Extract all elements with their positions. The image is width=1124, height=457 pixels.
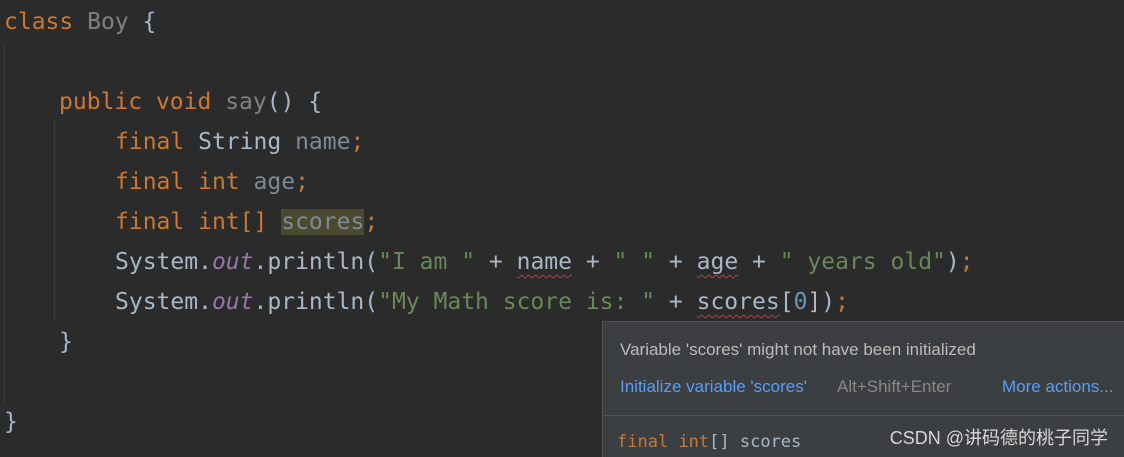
declaration-signature: final int[] scores	[617, 432, 801, 452]
type: int	[198, 169, 240, 195]
semicolon: ;	[835, 289, 849, 315]
string-literal: "My Math score is: "	[378, 289, 656, 315]
string-literal: " "	[613, 249, 656, 275]
popup-divider	[603, 415, 1124, 416]
punctuation: () {	[266, 89, 323, 115]
keyword: final	[115, 169, 185, 195]
shortcut-hint: Alt+Shift+Enter	[837, 377, 952, 396]
operator: +	[475, 249, 517, 275]
static-field: out	[211, 289, 254, 315]
type: int[]	[198, 209, 268, 235]
code-line-7[interactable]: System.out.println("I am " + name + " " …	[115, 242, 974, 282]
variable: age	[253, 169, 296, 195]
keyword: final	[115, 209, 185, 235]
keyword: final	[115, 129, 185, 155]
initialize-variable-action[interactable]: Initialize variable 'scores'	[620, 377, 807, 397]
indent-guide	[4, 45, 5, 405]
semicolon: ;	[295, 169, 309, 195]
method-call: .println(	[253, 249, 379, 275]
code-line-9[interactable]: }	[59, 322, 73, 362]
number-literal: 0	[793, 289, 808, 315]
brace: {	[128, 9, 157, 35]
paren: )	[945, 249, 960, 275]
string-literal: " years old"	[779, 249, 946, 275]
code-line-3[interactable]: public void say() {	[59, 82, 322, 122]
bracket: [	[779, 289, 794, 315]
error-variable[interactable]: age	[697, 249, 739, 275]
signature-rest: [] scores	[709, 432, 802, 452]
static-field: out	[211, 249, 254, 275]
error-variable[interactable]: scores	[697, 289, 780, 315]
watermark: CSDN @讲码德的桃子同学	[889, 428, 1108, 448]
type: int	[678, 432, 710, 452]
highlighted-variable[interactable]: scores	[281, 209, 365, 235]
code-line-5[interactable]: final int age;	[115, 162, 309, 202]
code-line-4[interactable]: final String name;	[115, 122, 364, 162]
code-line-11[interactable]: }	[4, 402, 18, 442]
bracket: ])	[807, 289, 836, 315]
keyword: class	[4, 9, 74, 35]
keyword: public	[59, 89, 143, 115]
brace: }	[59, 329, 73, 355]
operator: +	[738, 249, 780, 275]
more-actions-link[interactable]: More actions...	[1002, 377, 1114, 397]
operator: +	[655, 289, 697, 315]
class-name: Boy	[87, 9, 129, 35]
system-class: System.	[115, 249, 212, 275]
operator: +	[571, 249, 614, 275]
type: String	[198, 129, 282, 155]
inspection-message: Variable 'scores' might not have been in…	[620, 340, 976, 359]
code-line-8[interactable]: System.out.println("My Math score is: " …	[115, 282, 849, 322]
system-class: System.	[115, 289, 212, 315]
code-line-6[interactable]: final int[] scores;	[115, 202, 378, 242]
code-line-1[interactable]: class Boy {	[4, 2, 156, 42]
operator: +	[655, 249, 697, 275]
brace: }	[4, 409, 18, 435]
variable: name	[295, 129, 351, 155]
semicolon: ;	[959, 249, 974, 275]
method-call: .println(	[253, 289, 379, 315]
semicolon: ;	[364, 209, 379, 235]
indent-guide	[54, 120, 55, 320]
keyword: final	[617, 432, 669, 452]
semicolon: ;	[350, 129, 365, 155]
method-name: say	[225, 89, 267, 115]
error-variable[interactable]: name	[517, 249, 572, 275]
string-literal: "I am "	[378, 249, 476, 275]
keyword: void	[155, 89, 212, 115]
